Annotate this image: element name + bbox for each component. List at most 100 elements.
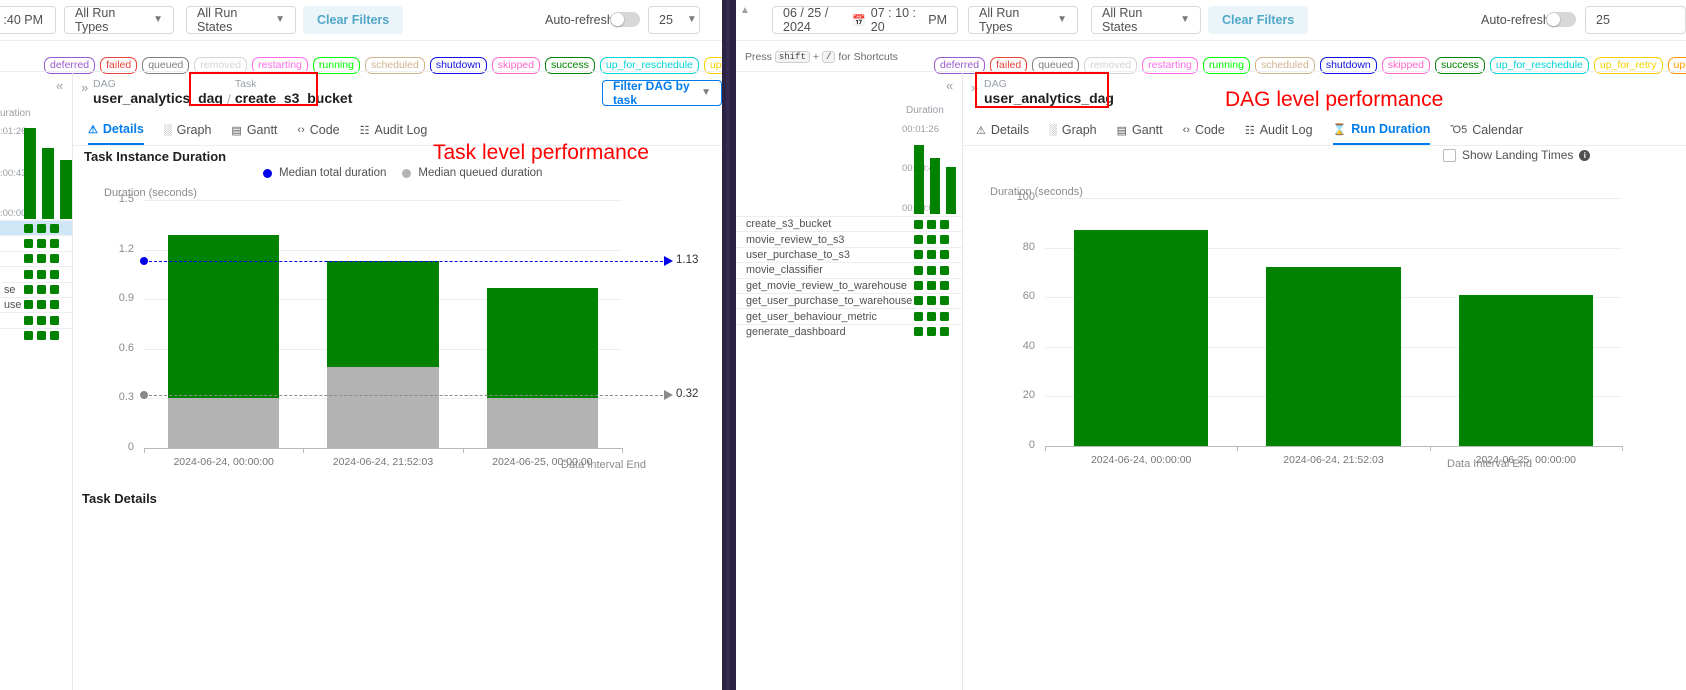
grid-task-row[interactable]: use xyxy=(0,297,72,312)
task-status-square-success[interactable] xyxy=(24,316,33,325)
left-clear-filters-button[interactable]: Clear Filters xyxy=(303,6,403,34)
task-status-square-success[interactable] xyxy=(914,327,923,336)
tab-audit-log[interactable]: ☷Audit Log xyxy=(360,115,428,145)
task-status-square-success[interactable] xyxy=(37,239,46,248)
grid-task-row[interactable]: get_movie_review_to_warehouse xyxy=(736,278,962,293)
chart-bar[interactable] xyxy=(327,261,439,367)
task-status-square-success[interactable] xyxy=(50,300,59,309)
left-run-types-select[interactable]: All Run Types ▼ xyxy=(64,6,174,34)
grid-task-row[interactable]: get_user_behaviour_metric xyxy=(736,308,962,323)
task-status-square-success[interactable] xyxy=(927,281,936,290)
right-scroll-up-icon[interactable]: ▲ xyxy=(740,5,750,16)
left-auto-refresh-toggle[interactable] xyxy=(610,12,640,27)
chart-bar-queued[interactable] xyxy=(487,398,599,448)
task-status-square-success[interactable] xyxy=(927,250,936,259)
left-datetime-field[interactable]: :40 PM xyxy=(0,6,56,34)
legend-item-total[interactable]: Median total duration xyxy=(263,167,386,179)
task-status-square-success[interactable] xyxy=(37,316,46,325)
info-icon[interactable]: i xyxy=(1579,150,1590,161)
task-status-square-success[interactable] xyxy=(927,312,936,321)
filter-dag-by-task-button[interactable]: Filter DAG by task ▼ xyxy=(602,80,722,106)
task-status-square-success[interactable] xyxy=(940,250,949,259)
right-run-types-select[interactable]: All Run Types ▼ xyxy=(968,6,1078,34)
task-status-square-success[interactable] xyxy=(24,224,33,233)
grid-task-row[interactable]: se xyxy=(0,282,72,297)
left-page-size-select[interactable]: 25 ▼ xyxy=(648,6,700,34)
task-status-square-success[interactable] xyxy=(940,281,949,290)
mini-bar[interactable] xyxy=(24,128,36,219)
chart-bar[interactable] xyxy=(1459,295,1594,446)
chart-bar[interactable] xyxy=(168,235,280,398)
collapse-grid-icon[interactable]: « xyxy=(946,78,953,93)
task-status-square-success[interactable] xyxy=(50,270,59,279)
legend-item-queued[interactable]: Median queued duration xyxy=(402,167,542,179)
right-auto-refresh-toggle[interactable] xyxy=(1546,12,1576,27)
tab-code[interactable]: ‹›Code xyxy=(297,115,339,145)
task-status-square-success[interactable] xyxy=(914,235,923,244)
chart-bar[interactable] xyxy=(1266,267,1401,446)
grid-task-row[interactable] xyxy=(0,235,72,250)
tab-details[interactable]: ⚠Details xyxy=(88,115,144,145)
show-landing-times-checkbox[interactable] xyxy=(1443,149,1456,162)
task-status-square-success[interactable] xyxy=(914,220,923,229)
task-status-square-success[interactable] xyxy=(927,235,936,244)
grid-task-row[interactable]: get_user_purchase_to_warehouse xyxy=(736,293,962,308)
tab-code[interactable]: ‹›Code xyxy=(1183,115,1225,145)
task-status-square-success[interactable] xyxy=(914,296,923,305)
task-status-square-success[interactable] xyxy=(940,235,949,244)
task-status-square-success[interactable] xyxy=(37,331,46,340)
chart-bar-queued[interactable] xyxy=(168,398,280,448)
grid-task-row[interactable]: user_purchase_to_s3 xyxy=(736,247,962,262)
left-run-states-select[interactable]: All Run States ▼ xyxy=(186,6,296,34)
expand-details-icon[interactable]: » xyxy=(81,80,88,95)
task-status-square-success[interactable] xyxy=(24,270,33,279)
task-status-square-success[interactable] xyxy=(50,316,59,325)
show-landing-times-row[interactable]: Show Landing Times i xyxy=(1443,148,1590,162)
tab-calendar[interactable]: Ὄ5Calendar xyxy=(1450,115,1523,145)
task-status-square-success[interactable] xyxy=(927,266,936,275)
task-status-square-success[interactable] xyxy=(940,266,949,275)
task-status-square-success[interactable] xyxy=(50,224,59,233)
task-status-square-success[interactable] xyxy=(24,254,33,263)
calendar-icon[interactable]: 📅 xyxy=(852,14,866,27)
grid-task-row[interactable]: create_s3_bucket xyxy=(736,216,962,231)
right-page-size-select[interactable]: 25 xyxy=(1585,6,1686,34)
task-status-square-success[interactable] xyxy=(50,239,59,248)
mini-bar[interactable] xyxy=(60,160,72,219)
task-status-square-success[interactable] xyxy=(940,312,949,321)
tab-graph[interactable]: ░Graph xyxy=(1049,115,1097,145)
task-status-square-success[interactable] xyxy=(37,270,46,279)
task-status-square-success[interactable] xyxy=(940,220,949,229)
mini-bar[interactable] xyxy=(914,145,924,214)
task-status-square-success[interactable] xyxy=(940,296,949,305)
task-status-square-success[interactable] xyxy=(927,220,936,229)
tab-gantt[interactable]: ▤Gantt xyxy=(1117,115,1163,145)
mini-bar[interactable] xyxy=(946,167,956,214)
chart-bar-queued[interactable] xyxy=(327,367,439,448)
task-status-square-success[interactable] xyxy=(37,254,46,263)
task-status-square-success[interactable] xyxy=(940,327,949,336)
grid-task-row[interactable]: generate_dashboard xyxy=(736,324,962,339)
task-status-square-success[interactable] xyxy=(24,331,33,340)
task-status-square-success[interactable] xyxy=(50,331,59,340)
task-status-square-success[interactable] xyxy=(927,327,936,336)
task-status-square-success[interactable] xyxy=(927,296,936,305)
task-status-square-success[interactable] xyxy=(914,266,923,275)
task-status-square-success[interactable] xyxy=(37,285,46,294)
right-clear-filters-button[interactable]: Clear Filters xyxy=(1208,6,1308,34)
task-status-square-success[interactable] xyxy=(37,300,46,309)
task-status-square-success[interactable] xyxy=(24,300,33,309)
task-status-square-success[interactable] xyxy=(50,254,59,263)
task-status-square-success[interactable] xyxy=(37,224,46,233)
task-status-square-success[interactable] xyxy=(50,285,59,294)
tab-audit-log[interactable]: ☷Audit Log xyxy=(1245,115,1313,145)
right-datetime-field[interactable]: 06 / 25 / 2024 📅 07 : 10 : 20 PM xyxy=(772,6,958,34)
right-run-states-select[interactable]: All Run States ▼ xyxy=(1091,6,1201,34)
grid-task-row[interactable]: movie_classifier xyxy=(736,262,962,277)
grid-task-row[interactable] xyxy=(0,312,72,327)
task-status-square-success[interactable] xyxy=(24,285,33,294)
task-status-square-success[interactable] xyxy=(914,312,923,321)
mini-bar[interactable] xyxy=(930,158,940,214)
chart-bar[interactable] xyxy=(1074,230,1209,446)
tab-run-duration[interactable]: ⌛Run Duration xyxy=(1333,115,1431,145)
